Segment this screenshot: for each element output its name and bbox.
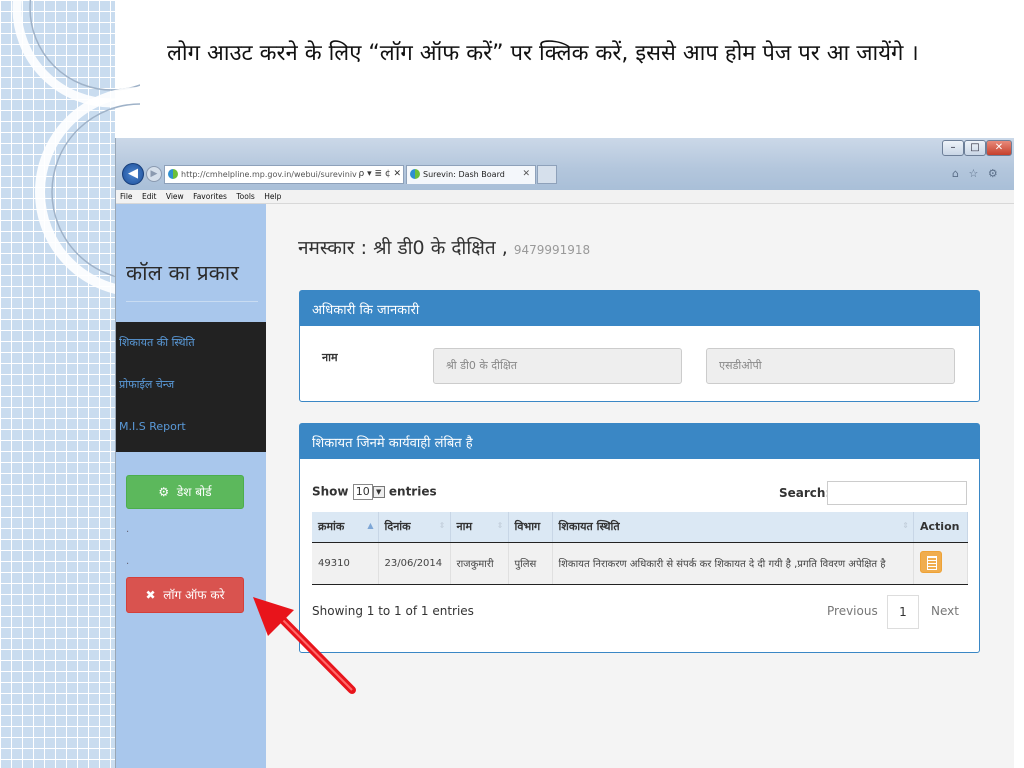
cell-date: 23/06/2014: [378, 542, 451, 585]
menu-view[interactable]: View: [166, 192, 184, 201]
officer-info-panel: अधिकारी कि जानकारी नाम श्री डी0 के दीक्ष…: [299, 290, 980, 402]
column-header-department[interactable]: विभाग: [508, 512, 553, 543]
slide-caption: लोग आउट करने के लिए “लॉग ऑफ करें” पर क्ल…: [167, 41, 919, 66]
show-label: Show: [312, 484, 349, 499]
pager-previous[interactable]: Previous: [827, 604, 878, 618]
cell-department: पुलिस: [508, 542, 553, 585]
menu-file[interactable]: File: [120, 192, 133, 201]
sidebar-dot: .: [126, 556, 130, 567]
sidebar-item-mis-report[interactable]: M.I.S Report: [116, 418, 266, 460]
tab-dashboard[interactable]: Surevin: Dash Board ✕: [406, 165, 536, 184]
close-icon: ✖: [145, 588, 156, 602]
column-header-date[interactable]: दिनांक ⇕: [378, 512, 451, 543]
cell-name: राजकुमारी: [450, 542, 509, 585]
greeting: नमस्कार : श्री डी0 के दीक्षित , 94799919…: [298, 234, 590, 260]
logoff-button-label: लॉग ऑफ करे: [163, 588, 225, 602]
column-header-status[interactable]: शिकायत स्थिति ⇕: [552, 512, 914, 543]
forward-button[interactable]: ▶: [146, 166, 162, 182]
logoff-button[interactable]: ✖ लॉग ऑफ करे: [126, 577, 244, 613]
table-info: Showing 1 to 1 of 1 entries: [312, 604, 474, 618]
table-header-row: क्रमांक ▲ दिनांक ⇕ नाम ⇕ विभाग शिकायत स्थित…: [312, 512, 968, 543]
dashboard-button[interactable]: ⚙ डेश बोर्ड: [126, 475, 244, 509]
address-url: http://cmhelpline.mp.gov.in/webui/surevi…: [181, 170, 369, 179]
main-content: नमस्कार : श्री डी0 के दीक्षित , 94799919…: [266, 204, 1014, 768]
site-favicon-icon: [168, 169, 178, 179]
chevron-down-icon[interactable]: ▼: [372, 486, 385, 498]
officer-name-label: नाम: [322, 351, 338, 364]
greeting-phone: 9479991918: [513, 243, 591, 257]
sidebar: कॉल का प्रकार शिकायत की स्थिति प्रोफाईल …: [116, 204, 266, 768]
entries-length-control: Show 10 ▼ entries: [312, 484, 437, 500]
sidebar-dot: .: [126, 524, 130, 535]
tab-close-icon[interactable]: ✕: [522, 166, 530, 183]
tab-favicon-icon: [410, 169, 420, 179]
search-label: Search:: [779, 486, 831, 500]
officer-name-field: श्री डी0 के दीक्षित: [433, 348, 682, 384]
cell-action: [913, 542, 968, 585]
gear-icon: ⚙: [158, 485, 170, 499]
sort-icon: ⇕: [438, 521, 446, 530]
sidebar-item-complaint-status[interactable]: शिकायत की स्थिति: [116, 334, 266, 376]
sidebar-item-profile-change[interactable]: प्रोफाईल चेन्ज: [116, 376, 266, 418]
sidebar-menu: शिकायत की स्थिति प्रोफाईल चेन्ज M.I.S Re…: [116, 322, 266, 452]
complaints-panel-heading: शिकायत जिनमे कार्यवाही लंबित है: [300, 424, 979, 459]
back-arrow-icon: ◀: [128, 166, 138, 181]
browser-titlebar: – □ ✕ ◀ ▶ http://cmhelpline.mp.gov.in/we…: [116, 138, 1014, 190]
greeting-text: नमस्कार : श्री डी0 के दीक्षित ,: [298, 237, 508, 259]
tab-title: Surevin: Dash Board: [423, 170, 505, 179]
entries-select[interactable]: 10: [352, 484, 373, 500]
minimize-button[interactable]: –: [942, 140, 964, 156]
complaints-table: क्रमांक ▲ दिनांक ⇕ नाम ⇕ विभाग शिकायत स्थित…: [312, 512, 968, 585]
sort-ascending-icon: ▲: [367, 521, 374, 530]
dashboard-button-label: डेश बोर्ड: [176, 485, 212, 499]
pending-complaints-panel: शिकायत जिनमे कार्यवाही लंबित है Show 10 …: [299, 423, 980, 653]
view-details-icon[interactable]: [920, 550, 942, 573]
entries-label: entries: [388, 484, 437, 499]
back-button[interactable]: ◀: [122, 163, 144, 185]
cell-serial: 49310: [312, 542, 379, 585]
pager-page-1[interactable]: 1: [887, 595, 919, 629]
menu-edit[interactable]: Edit: [142, 192, 157, 201]
home-favorites-settings-icons[interactable]: ⌂ ☆ ⚙: [952, 167, 1001, 180]
close-window-button[interactable]: ✕: [986, 140, 1012, 156]
menu-tools[interactable]: Tools: [236, 192, 254, 201]
column-header-action: Action: [913, 512, 968, 543]
menu-favorites[interactable]: Favorites: [193, 192, 227, 201]
maximize-button[interactable]: □: [964, 140, 986, 156]
officer-panel-heading: अधिकारी कि जानकारी: [300, 291, 979, 326]
sort-icon: ⇕: [496, 521, 504, 530]
menu-help[interactable]: Help: [264, 192, 281, 201]
sort-icon: ⇕: [902, 521, 909, 530]
column-header-serial[interactable]: क्रमांक ▲: [312, 512, 379, 543]
officer-post-field: एसडीओपी: [706, 348, 955, 384]
address-bar[interactable]: http://cmhelpline.mp.gov.in/webui/surevi…: [164, 165, 404, 184]
entries-select-value: 10: [355, 485, 370, 498]
table-row: 49310 23/06/2014 राजकुमारी पुलिस शिकायत …: [312, 542, 968, 585]
sidebar-title: कॉल का प्रकार: [126, 261, 239, 285]
pager-next[interactable]: Next: [931, 604, 959, 618]
browser-menubar: File Edit View Favorites Tools Help: [116, 190, 1014, 204]
browser-screenshot: – □ ✕ ◀ ▶ http://cmhelpline.mp.gov.in/we…: [115, 138, 1014, 768]
cell-status: शिकायत निराकरण अधिकारी से संपर्क कर शिका…: [552, 542, 914, 585]
column-header-name[interactable]: नाम ⇕: [450, 512, 509, 543]
address-controls[interactable]: ρ ▾ ≣ ¢ ✕: [356, 166, 401, 183]
new-tab-button[interactable]: [537, 165, 557, 184]
search-input[interactable]: [827, 481, 967, 505]
forward-arrow-icon: ▶: [150, 169, 158, 179]
sidebar-divider: [126, 301, 258, 302]
